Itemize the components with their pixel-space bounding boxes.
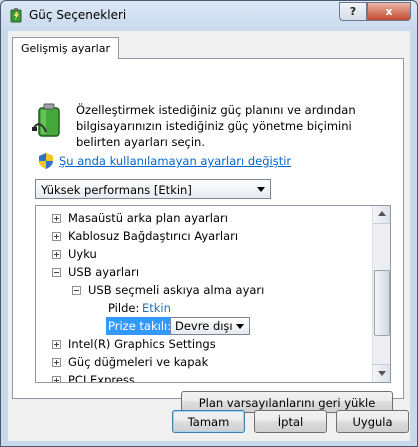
help-button[interactable]: ? bbox=[339, 2, 367, 21]
collapse-minus-icon[interactable] bbox=[52, 268, 61, 277]
power-options-icon bbox=[10, 8, 22, 23]
tab-advanced-settings[interactable]: Gelişmiş ayarlar bbox=[12, 37, 119, 59]
tree-scrollbar[interactable] bbox=[372, 206, 390, 382]
scroll-thumb[interactable] bbox=[374, 270, 390, 336]
uac-shield-icon bbox=[39, 153, 53, 169]
on-battery-value[interactable]: Etkin bbox=[142, 299, 171, 317]
expand-plus-icon[interactable] bbox=[52, 340, 61, 349]
arrow-down-icon bbox=[378, 371, 386, 376]
close-button[interactable]: x bbox=[367, 2, 411, 21]
expand-plus-icon[interactable] bbox=[52, 250, 61, 259]
on-battery-label: Pilde: bbox=[108, 301, 140, 315]
collapse-minus-icon[interactable] bbox=[72, 286, 81, 295]
dialog-client-area: Gelişmiş ayarlar Özelleştirmek istediğin… bbox=[8, 31, 410, 441]
advanced-settings-panel: Özelleştirmek istediğiniz güç planını ve… bbox=[12, 58, 404, 413]
chevron-down-icon bbox=[236, 324, 244, 329]
ok-button[interactable]: Tamam bbox=[172, 410, 245, 433]
power-options-window: Güç Seçenekleri ? x Gelişmiş ayarlar Öze… bbox=[0, 0, 418, 447]
plugged-in-label: Prize takılı: bbox=[106, 317, 174, 335]
expand-plus-icon[interactable] bbox=[52, 214, 61, 223]
cancel-button[interactable]: İptal bbox=[254, 410, 327, 433]
battery-icon bbox=[32, 103, 60, 137]
change-unavailable-settings-link[interactable]: Şu anda kullanılamayan ayarları değiştir bbox=[59, 154, 291, 168]
expand-plus-icon[interactable] bbox=[52, 376, 61, 382]
apply-button[interactable]: Uygula bbox=[336, 410, 409, 433]
description-text: Özelleştirmek istediğiniz güç planını ve… bbox=[76, 103, 356, 149]
plugged-in-value: Devre dışı bbox=[175, 319, 233, 333]
window-title: Güç Seçenekleri bbox=[29, 8, 127, 22]
expand-plus-icon[interactable] bbox=[52, 232, 61, 241]
scroll-down-button[interactable] bbox=[373, 364, 390, 382]
scroll-up-button[interactable] bbox=[373, 206, 390, 224]
chevron-down-icon bbox=[257, 187, 265, 192]
expand-plus-icon[interactable] bbox=[52, 358, 61, 367]
plugged-in-select[interactable]: Devre dışı bbox=[170, 317, 250, 335]
settings-tree[interactable]: Masaüstü arka plan ayarları Kablosuz Bağ… bbox=[35, 205, 391, 383]
title-bar[interactable]: Güç Seçenekleri ? x bbox=[1, 1, 417, 31]
power-plan-select[interactable]: Yüksek performans [Etkin] bbox=[35, 179, 271, 199]
arrow-up-icon bbox=[378, 211, 386, 216]
power-plan-value: Yüksek performans [Etkin] bbox=[41, 183, 192, 197]
